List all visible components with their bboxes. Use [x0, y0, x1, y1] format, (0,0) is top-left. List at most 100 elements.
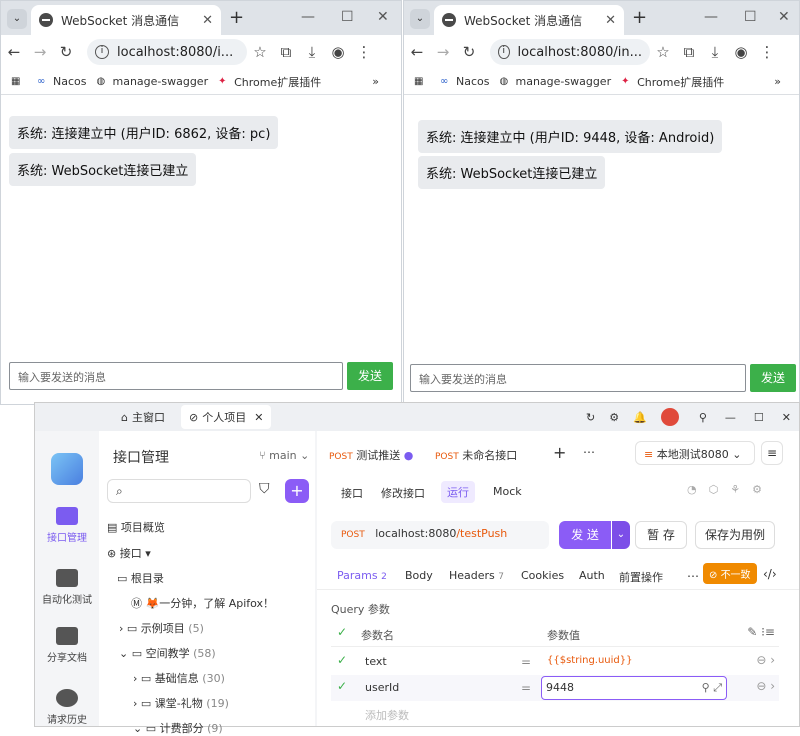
back-icon[interactable]: ←	[404, 43, 430, 61]
add-param-placeholder[interactable]: 添加参数	[365, 707, 409, 723]
bookmark-nacos[interactable]: ∞ Nacos	[440, 75, 489, 88]
maximize-icon[interactable]: ☐	[341, 9, 354, 25]
send-button[interactable]: 发送	[347, 362, 393, 390]
bulk-edit-icon[interactable]: ✎ ⁝≡	[747, 625, 775, 639]
nav-automation[interactable]: 自动化测试	[35, 569, 99, 606]
reload-icon[interactable]: ↻	[53, 43, 79, 61]
forward-icon[interactable]: →	[430, 43, 456, 61]
apps-icon[interactable]: ▦	[11, 76, 27, 88]
tab-auth[interactable]: Auth	[579, 569, 605, 582]
tab-headers[interactable]: Headers 7	[449, 569, 504, 582]
tab-search-button[interactable]: ⌄	[410, 9, 430, 29]
site-info-icon[interactable]: i	[95, 45, 109, 59]
send-button[interactable]: 发送	[750, 364, 796, 392]
apps-icon[interactable]: ▦	[414, 76, 430, 88]
tree-item[interactable]: ⌄ ▭ 空间教学 (58)	[119, 645, 216, 661]
message-input[interactable]: 输入要发送的消息	[410, 364, 746, 392]
close-tab-icon[interactable]: ✕	[254, 411, 263, 424]
project-overview[interactable]: ▤ 项目概览	[107, 519, 165, 535]
message-input[interactable]: 输入要发送的消息	[9, 362, 343, 390]
subtab-edit[interactable]: 修改接口	[381, 485, 425, 501]
environment-select[interactable]: ≡ 本地测试8080 ⌄	[635, 441, 755, 465]
mismatch-badge[interactable]: ⊘ 不一致	[703, 563, 757, 584]
bookmark-star-icon[interactable]: ☆	[247, 43, 273, 61]
code-icon[interactable]: ‹/›	[763, 567, 777, 581]
download-icon[interactable]: ⤓	[702, 43, 728, 61]
tree-item[interactable]: › ▭ 课堂-礼物 (19)	[133, 695, 229, 711]
save-as-case-button[interactable]: 保存为用例	[695, 521, 775, 549]
extensions-icon[interactable]: ⧉	[273, 43, 299, 61]
profile-icon[interactable]: ◉	[325, 43, 351, 61]
menu-icon[interactable]: ⋮	[754, 43, 780, 61]
search-input[interactable]: ⌕	[107, 479, 251, 503]
param-value[interactable]: {{$string.uuid}}	[547, 655, 633, 666]
new-tab-button[interactable]: +	[632, 7, 647, 28]
send-dropdown-icon[interactable]: ⌄	[612, 521, 630, 549]
close-tab-icon[interactable]: ✕	[605, 13, 616, 28]
send-button[interactable]: 发 送	[559, 521, 611, 549]
minimize-icon[interactable]: —	[704, 9, 718, 25]
request-tab[interactable]: POST 未命名接口	[435, 447, 517, 463]
url-input[interactable]: POST localhost:8080/testPush	[331, 521, 549, 549]
branch-selector[interactable]: ⑂ main ⌄	[259, 449, 309, 462]
subtab-run[interactable]: 运行	[441, 481, 475, 503]
main-window-tab[interactable]: 主窗口	[132, 409, 165, 425]
request-tab-active[interactable]: POST 测试推送 ●	[329, 447, 413, 463]
bookmark-swagger[interactable]: ◍ manage-swagger	[499, 75, 611, 88]
tab-body[interactable]: Body	[405, 569, 433, 582]
tab-params[interactable]: Params 2	[337, 569, 387, 582]
tab-search-button[interactable]: ⌄	[7, 9, 27, 29]
save-draft-button[interactable]: 暂 存	[635, 521, 687, 549]
refresh-icon[interactable]: ↻	[586, 411, 595, 424]
reload-icon[interactable]: ↻	[456, 43, 482, 61]
avatar[interactable]	[660, 408, 679, 426]
tree-item[interactable]: › ▭ 基础信息 (30)	[133, 670, 225, 686]
bell-icon[interactable]: 🔔	[633, 411, 647, 424]
address-bar[interactable]: i localhost:8080/i...	[87, 39, 247, 65]
env-menu-icon[interactable]: ≡	[761, 441, 783, 465]
download-icon[interactable]: ⤓	[299, 43, 325, 61]
extensions-icon[interactable]: ⧉	[676, 43, 702, 61]
bookmark-chrome-ext[interactable]: ✦ Chrome扩展插件	[218, 74, 321, 90]
site-info-icon[interactable]: i	[498, 45, 510, 59]
tree-item[interactable]: › ▭ 示例项目 (5)	[119, 620, 204, 636]
menu-icon[interactable]: ⋮	[351, 43, 377, 61]
browser-tab[interactable]: WebSocket 消息通信 ✕	[434, 5, 624, 35]
close-window-icon[interactable]: ✕	[778, 9, 790, 25]
more-bookmarks-icon[interactable]: »	[372, 75, 379, 88]
param-name[interactable]: userId	[365, 681, 399, 694]
project-tab[interactable]: ⊘ 个人项目 ✕	[180, 405, 272, 429]
more-tabs-icon[interactable]: ⋯	[687, 569, 699, 583]
more-bookmarks-icon[interactable]: »	[774, 75, 781, 88]
settings-icon[interactable]: ⚙	[609, 411, 619, 424]
check-all-icon[interactable]: ✓	[337, 625, 347, 639]
add-button[interactable]: +	[285, 479, 309, 503]
expand-icon[interactable]: ⚲ ⤢	[702, 681, 722, 695]
back-icon[interactable]: ←	[1, 43, 27, 61]
new-request-icon[interactable]: +	[553, 443, 566, 462]
minimize-icon[interactable]: —	[725, 411, 736, 424]
maximize-icon[interactable]: ☐	[744, 9, 757, 25]
root-folder[interactable]: ▭ 根目录	[117, 570, 164, 586]
bookmark-chrome-ext[interactable]: ✦ Chrome扩展插件	[621, 74, 724, 90]
tree-item[interactable]: ⌄ ▭ 计费部分 (9)	[133, 720, 223, 736]
minimize-icon[interactable]: —	[301, 9, 315, 25]
api-folder[interactable]: ⊛ 接口 ▾	[107, 545, 151, 561]
bookmark-star-icon[interactable]: ☆	[650, 43, 676, 61]
tab-cookies[interactable]: Cookies	[521, 569, 564, 582]
forward-icon[interactable]: →	[27, 43, 53, 61]
bookmark-swagger[interactable]: ◍ manage-swagger	[96, 75, 208, 88]
nav-history[interactable]: 请求历史	[35, 689, 99, 726]
close-window-icon[interactable]: ✕	[377, 9, 389, 25]
tab-pre-actions[interactable]: 前置操作	[619, 569, 663, 585]
row-actions-icon[interactable]: ⊖ ›	[756, 679, 775, 693]
browser-tab[interactable]: WebSocket 消息通信 ✕	[31, 5, 221, 35]
pin-icon[interactable]: ⚲	[699, 411, 707, 424]
param-value-input[interactable]: 9448 ⚲ ⤢	[541, 676, 727, 700]
filter-icon[interactable]: ⛉	[259, 481, 270, 497]
more-icon[interactable]: ⋯	[583, 445, 595, 459]
nav-share-docs[interactable]: 分享文档	[35, 627, 99, 664]
profile-icon[interactable]: ◉	[728, 43, 754, 61]
subtab-mock[interactable]: Mock	[493, 485, 522, 498]
maximize-icon[interactable]: ☐	[754, 411, 764, 424]
